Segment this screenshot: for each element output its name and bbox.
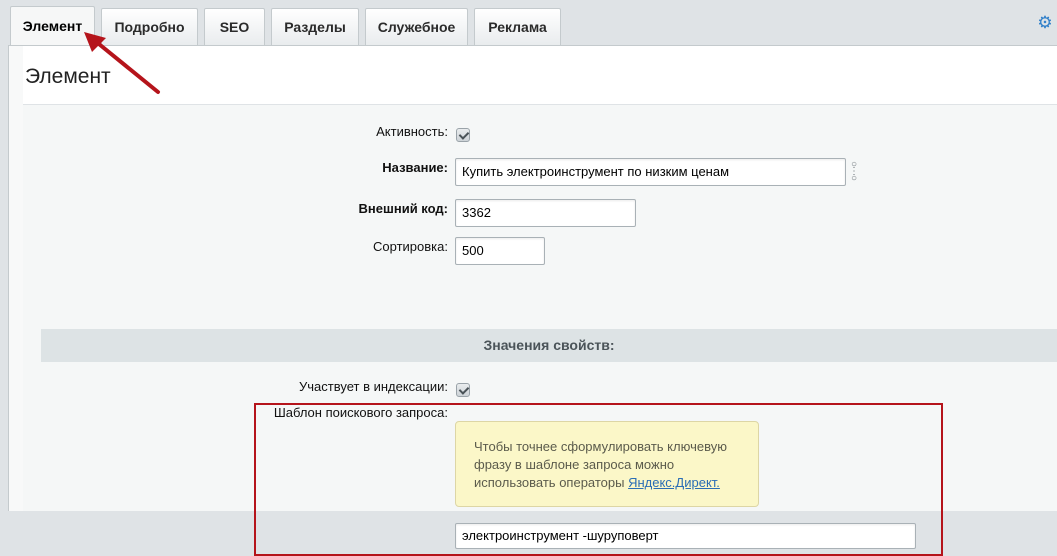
tab-sections[interactable]: Разделы bbox=[271, 8, 359, 45]
sort-row: Сортировка: bbox=[28, 236, 448, 258]
properties-section-header: Значения свойств: bbox=[41, 329, 1057, 362]
tab-bar: Элемент Подробно SEO Разделы Служебное Р… bbox=[0, 0, 1057, 46]
indexing-row: Участвует в индексации: bbox=[28, 377, 448, 399]
tab-seo[interactable]: SEO bbox=[204, 8, 265, 45]
external-code-row: Внешний код: bbox=[28, 198, 448, 220]
tab-details[interactable]: Подробно bbox=[101, 8, 198, 45]
highlight-frame bbox=[254, 403, 943, 556]
tab-advertising[interactable]: Реклама bbox=[474, 8, 561, 45]
page-title: Элемент bbox=[25, 65, 111, 88]
chain-link-icon[interactable]: ○ ⋮ ○ bbox=[848, 160, 860, 184]
name-row: Название: bbox=[28, 157, 448, 179]
indexing-checkbox[interactable] bbox=[456, 383, 470, 397]
tab-element[interactable]: Элемент bbox=[10, 6, 95, 46]
active-checkbox[interactable] bbox=[456, 128, 470, 142]
sort-field[interactable]: 500 bbox=[455, 237, 545, 265]
tab-service[interactable]: Служебное bbox=[365, 8, 468, 45]
form-content: Активность: Название: Купить электроинст… bbox=[23, 105, 1057, 556]
name-field[interactable]: Купить электроинструмент по низким ценам bbox=[455, 158, 846, 186]
sort-label: Сортировка: bbox=[373, 239, 448, 254]
indexing-label: Участвует в индексации: bbox=[299, 379, 448, 394]
gear-icon[interactable]: ⚙ bbox=[1037, 14, 1053, 31]
panel-header: Элемент bbox=[23, 46, 1057, 105]
active-row: Активность: bbox=[28, 121, 448, 143]
element-panel: Элемент Активность: Название: Купить эле… bbox=[8, 45, 1057, 556]
external-code-label: Внешний код: bbox=[358, 201, 448, 216]
external-code-field[interactable]: 3362 bbox=[455, 199, 636, 227]
name-label: Название: bbox=[382, 160, 448, 175]
active-label: Активность: bbox=[376, 124, 448, 139]
